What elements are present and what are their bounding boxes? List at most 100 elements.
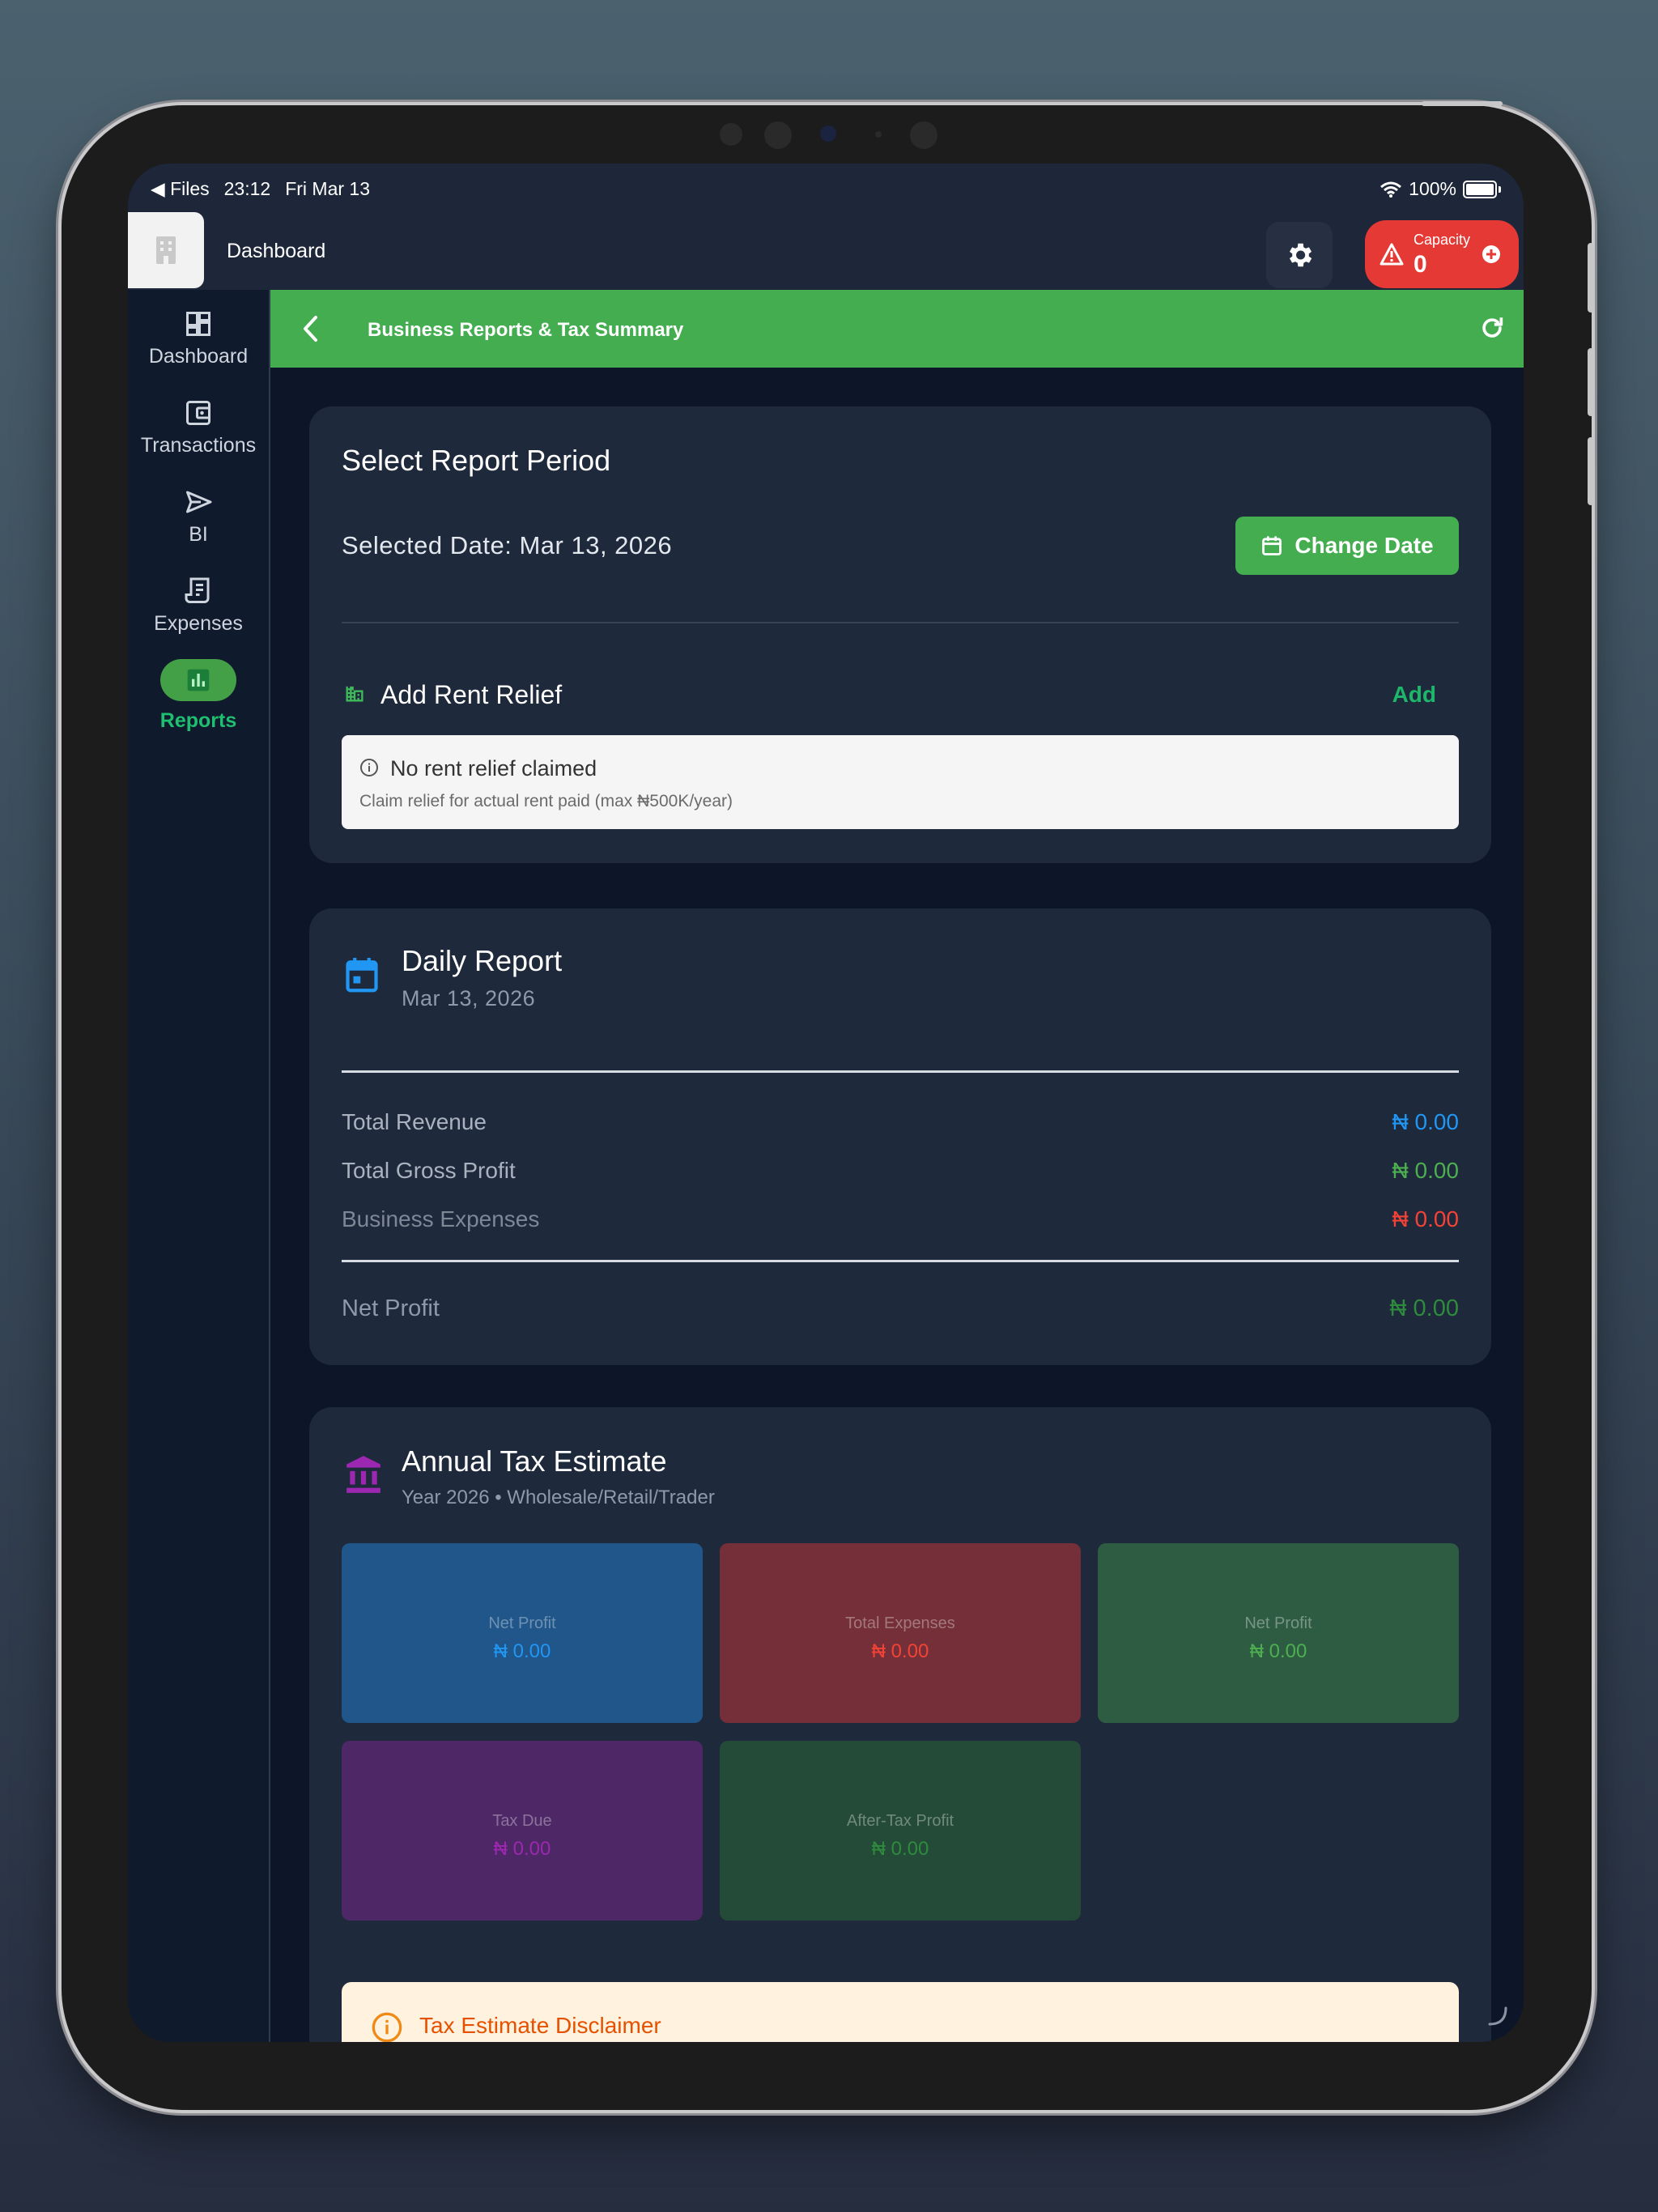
tile-label: Net Profit [1244, 1614, 1312, 1632]
report-period-card: Select Report Period Selected Date: Mar … [309, 406, 1491, 863]
app-screen: ◀ Files 23:12 Fri Mar 13 100% Dashboard … [128, 164, 1524, 2042]
tax-disclaimer-box: Tax Estimate Disclaimer [342, 1982, 1459, 2042]
tablet-device: ◀ Files 23:12 Fri Mar 13 100% Dashboard … [62, 101, 1594, 2110]
tile-value: ₦ 0.00 [871, 1838, 929, 1860]
status-time: 23:12 [223, 178, 271, 199]
header-title: Dashboard [227, 240, 326, 262]
sidebar-item-label: Expenses [154, 612, 243, 635]
section-divider [342, 1070, 1459, 1073]
section-divider [342, 622, 1459, 623]
annual-tax-subtitle: Year 2026 • Wholesale/Retail/Trader [402, 1487, 715, 1508]
face-sensor [910, 121, 937, 149]
sidebar-item-expenses[interactable]: Expenses [128, 576, 269, 636]
resize-corner-icon [1488, 2006, 1507, 2026]
warning-icon [1380, 243, 1404, 266]
sidebar-item-label: Transactions [140, 434, 257, 457]
net-profit-label: Net Profit [342, 1295, 440, 1321]
selected-date: Selected Date: Mar 13, 2026 [342, 531, 673, 559]
business-expenses-value: ₦ 0.00 [1392, 1206, 1460, 1231]
sidebar-item-reports[interactable]: Reports [128, 659, 269, 733]
battery-tip [1499, 185, 1501, 193]
gear-icon [1289, 243, 1312, 267]
annual-tax-card: Annual Tax Estimate Year 2026 • Wholesal… [309, 1407, 1491, 2042]
bar-chart-icon [187, 669, 210, 691]
tax-tile-net-profit: Net Profit ₦ 0.00 [342, 1543, 703, 1723]
section-divider [342, 1260, 1459, 1262]
power-button [1422, 101, 1503, 106]
tile-label: Tax Due [492, 1812, 552, 1830]
sidebar-item-label: BI [189, 523, 208, 546]
volume-down-button [1588, 437, 1594, 505]
page-title-bar: Business Reports & Tax Summary [270, 290, 1524, 368]
send-icon [186, 491, 212, 513]
flash-dot [875, 131, 882, 138]
refresh-icon[interactable] [1478, 314, 1506, 342]
building-icon [156, 236, 176, 264]
wallet-icon [186, 401, 210, 425]
sidebar-item-bi[interactable]: BI [128, 487, 269, 547]
dashboard-icon [186, 312, 210, 336]
tax-tile-after-tax-profit: After-Tax Profit ₦ 0.00 [720, 1741, 1081, 1921]
back-to-app-link[interactable]: ◀ Files [151, 178, 210, 200]
status-date: Fri Mar 13 [285, 178, 370, 199]
add-circle-icon[interactable] [1482, 245, 1501, 264]
camera-lens [764, 121, 792, 149]
daily-report-title: Daily Report [402, 944, 563, 977]
no-relief-title: No rent relief claimed [390, 756, 597, 781]
battery-percent: 100% [1409, 178, 1456, 199]
top-button [1588, 243, 1594, 313]
tile-value: ₦ 0.00 [1249, 1640, 1307, 1662]
total-revenue-label: Total Revenue [342, 1109, 487, 1134]
camera-lens-small [820, 125, 836, 142]
tax-tile-total-expenses: Total Expenses ₦ 0.00 [720, 1543, 1081, 1723]
sensor-dot [720, 123, 742, 146]
tile-value: ₦ 0.00 [493, 1640, 551, 1662]
business-logo-button[interactable] [128, 212, 204, 288]
page-title: Business Reports & Tax Summary [368, 319, 684, 341]
bank-icon [346, 1456, 380, 1493]
tax-tile-net-profit-2: Net Profit ₦ 0.00 [1098, 1543, 1459, 1723]
change-date-label: Change Date [1295, 533, 1434, 558]
calendar-icon [1262, 536, 1282, 555]
gross-profit-label: Total Gross Profit [342, 1158, 516, 1183]
tax-tile-tax-due: Tax Due ₦ 0.00 [342, 1741, 703, 1921]
chevron-left-icon[interactable] [301, 314, 319, 343]
capacity-badge[interactable]: Capacity 0 [1365, 220, 1519, 288]
rent-relief-status-box: No rent relief claimed Claim relief for … [342, 735, 1459, 829]
capacity-value: 0 [1414, 251, 1427, 278]
no-relief-subtitle: Claim relief for actual rent paid (max ₦… [359, 792, 733, 810]
volume-up-button [1588, 348, 1594, 416]
info-icon [360, 759, 378, 776]
reports-active-pill [160, 659, 236, 701]
building-icon [346, 686, 363, 702]
gross-profit-value: ₦ 0.00 [1392, 1158, 1460, 1183]
sidebar-item-transactions[interactable]: Transactions [128, 398, 269, 457]
rent-relief-title: Add Rent Relief [380, 680, 563, 709]
tile-label: Total Expenses [845, 1614, 955, 1632]
tile-value: ₦ 0.00 [493, 1838, 551, 1860]
app-header: Dashboard Capacity 0 [128, 212, 1524, 290]
sidebar-nav: Dashboard Transactions BI Expenses Repor… [128, 290, 270, 2042]
business-expenses-label: Business Expenses [342, 1206, 540, 1231]
total-revenue-value: ₦ 0.00 [1392, 1109, 1460, 1134]
calendar-icon [346, 958, 378, 993]
report-period-title: Select Report Period [342, 444, 611, 477]
main-content: Select Report Period Selected Date: Mar … [270, 368, 1524, 2042]
settings-button[interactable] [1266, 222, 1333, 288]
change-date-button[interactable]: Change Date [1235, 517, 1459, 575]
daily-report-card: Daily Report Mar 13, 2026 Total Revenue … [309, 908, 1491, 1365]
capacity-label: Capacity [1414, 232, 1471, 248]
battery-icon [1463, 180, 1497, 198]
disclaimer-title: Tax Estimate Disclaimer [419, 2013, 661, 2038]
tile-label: After-Tax Profit [846, 1812, 954, 1830]
receipt-icon [185, 577, 210, 603]
add-rent-relief-button[interactable]: Add [1392, 682, 1436, 708]
daily-report-date: Mar 13, 2026 [402, 986, 536, 1010]
sidebar-item-dashboard[interactable]: Dashboard [128, 309, 269, 368]
annual-tax-title: Annual Tax Estimate [402, 1444, 667, 1478]
sidebar-item-label: Dashboard [148, 345, 249, 368]
status-bar: ◀ Files 23:12 Fri Mar 13 100% [128, 164, 1524, 212]
tile-value: ₦ 0.00 [871, 1640, 929, 1662]
tile-label: Net Profit [488, 1614, 556, 1632]
net-profit-value: ₦ 0.00 [1389, 1295, 1459, 1321]
